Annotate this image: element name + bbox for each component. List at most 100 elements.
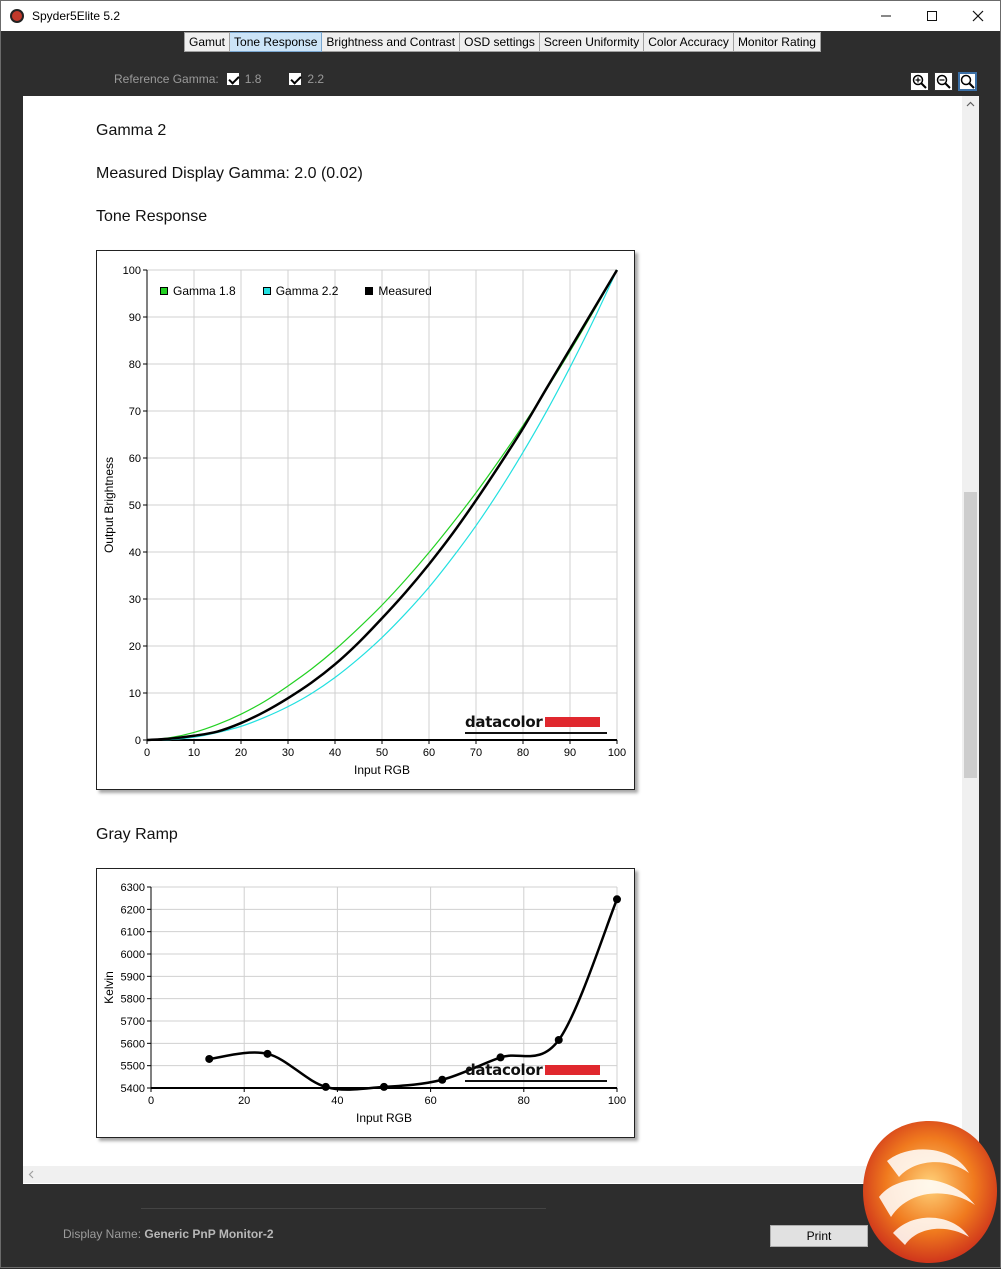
tab-brightness-contrast[interactable]: Brightness and Contrast [322,32,461,52]
x-tick-label: 100 [608,747,626,759]
tab-screen-uniformity[interactable]: Screen Uniformity [539,32,645,52]
x-tick-label: 80 [517,747,529,759]
report-heading-gamma: Gamma 2 [96,122,167,139]
app-logo-icon [10,9,24,23]
gray-ramp-plot: 0 20 40 60 80 100 5400 5500 5600 5700 5800 5900 6000… [102,882,626,1125]
window-title: Spyder5Elite 5.2 [32,9,121,23]
x-axis-title: Input RGB [356,1111,412,1125]
tone-response-plot: 0 10 20 30 40 50 60 70 80 90 100 0 10 20 30 40 50 60 70 80 9… [102,265,626,777]
horizontal-scrollbar[interactable] [23,1166,962,1183]
y-tick-label: 40 [129,547,141,559]
y-tick-label: 5400 [121,1083,145,1095]
x-tick-label: 50 [376,747,388,759]
footer-divider [141,1208,546,1209]
x-tick-label: 60 [424,1095,436,1107]
y-tick-label: 6100 [121,927,145,939]
data-point [205,1054,214,1063]
scroll-up-icon[interactable] [962,96,979,113]
app-window: Spyder5Elite 5.2 Gamut Tone Response Bri… [0,0,1001,1268]
gray-ramp-chart: 0 20 40 60 80 100 5400 5500 5600 5700 5800 5900 6000… [96,868,635,1138]
tab-monitor-rating[interactable]: Monitor Rating [733,32,821,52]
y-tick-label: 60 [129,453,141,465]
zoom-out-icon [936,74,951,89]
print-button[interactable]: Print [770,1225,868,1247]
data-point [613,895,621,904]
close-button[interactable] [955,1,1001,31]
zoom-fit-icon [960,74,975,89]
x-tick-label: 70 [470,747,482,759]
title-bar: Spyder5Elite 5.2 [1,1,1000,31]
measured-gamma-text: Measured Display Gamma: 2.0 (0.02) [96,165,363,182]
gamma-1-8-checkbox[interactable] [226,73,239,85]
watermark-text-2: datacolor [465,1061,543,1079]
watermark-bar-2 [544,1065,600,1075]
y-tick-label: 6300 [121,882,145,894]
scroll-left-icon[interactable] [23,1166,40,1183]
gamma-2-2-label: 2.2 [307,72,325,86]
gray-ramp-heading: Gray Ramp [96,826,178,843]
y-axis-title: Kelvin [102,971,116,1004]
tab-tone-response[interactable]: Tone Response [230,32,323,52]
legend-swatch-measured [365,287,374,295]
x-tick-label: 60 [423,747,435,759]
gamma-1-8-label: 1.8 [244,72,262,86]
reference-gamma-bar: Reference Gamma: 1.8 2.2 [114,71,344,87]
datacolor-watermark-2: datacolor [465,1061,607,1082]
datacolor-watermark: datacolor [465,713,607,734]
legend-label-gamma-1-8: Gamma 1.8 [173,284,236,298]
zoom-fit-button[interactable] [958,72,977,91]
legend: Gamma 1.8 Gamma 2.2 Measured [160,284,432,298]
y-tick-label: 0 [135,735,141,747]
reference-gamma-label: Reference Gamma: [114,72,219,86]
data-point [380,1082,388,1091]
y-tick-label: 5600 [121,1038,145,1050]
x-tick-label: 0 [144,747,150,759]
tab-color-accuracy[interactable]: Color Accuracy [644,32,734,52]
data-point [321,1082,330,1091]
maximize-button[interactable] [909,1,955,31]
y-tick-label: 100 [123,265,141,277]
x-tick-label: 80 [518,1095,530,1107]
y-tick-label: 50 [129,500,141,512]
watermark-underline-2 [465,1080,607,1082]
legend-label-measured: Measured [378,284,432,298]
maximize-icon [927,11,937,21]
x-tick-label: 30 [282,747,294,759]
x-tick-label: 10 [188,747,200,759]
y-tick-label: 5500 [121,1061,145,1073]
tab-gamut[interactable]: Gamut [184,32,231,52]
report-tabs: Gamut Tone Response Brightness and Contr… [184,32,821,53]
display-name-label: Display Name: [63,1227,142,1241]
watermark-text: datacolor [465,713,543,731]
y-tick-label: 10 [129,688,141,700]
y-axis-title: Output Brightness [102,457,116,553]
y-tick-label: 6000 [121,949,145,961]
y-tick-label: 30 [129,594,141,606]
minimize-icon [881,15,891,17]
legend-swatch-gamma-1-8 [160,287,168,295]
x-tick-label: 40 [331,1095,343,1107]
data-point [554,1035,563,1044]
scrollbar-thumb[interactable] [964,492,977,778]
y-tick-label: 5900 [121,971,145,983]
gamma-2-2-checkbox[interactable] [289,73,302,85]
x-tick-label: 40 [329,747,341,759]
vertical-scrollbar[interactable] [962,96,979,1184]
y-tick-label: 5800 [121,994,145,1006]
x-tick-label: 20 [238,1095,250,1107]
y-tick-label: 90 [129,312,141,324]
tab-osd-settings[interactable]: OSD settings [460,32,540,52]
watermark-bar [544,717,600,727]
tone-response-chart: 0 10 20 30 40 50 60 70 80 90 100 0 10 20 30 40 50 60 70 80 9… [96,250,635,790]
y-tick-label: 80 [129,359,141,371]
tone-response-heading: Tone Response [96,208,208,225]
zoom-out-button[interactable] [934,72,953,91]
x-tick-label: 100 [608,1095,626,1107]
x-tick-label: 0 [148,1095,154,1107]
data-point [438,1075,447,1084]
y-tick-label: 70 [129,406,141,418]
y-tick-label: 5700 [121,1016,145,1028]
y-tick-label: 20 [129,641,141,653]
zoom-in-button[interactable] [910,72,929,91]
minimize-button[interactable] [863,1,909,31]
